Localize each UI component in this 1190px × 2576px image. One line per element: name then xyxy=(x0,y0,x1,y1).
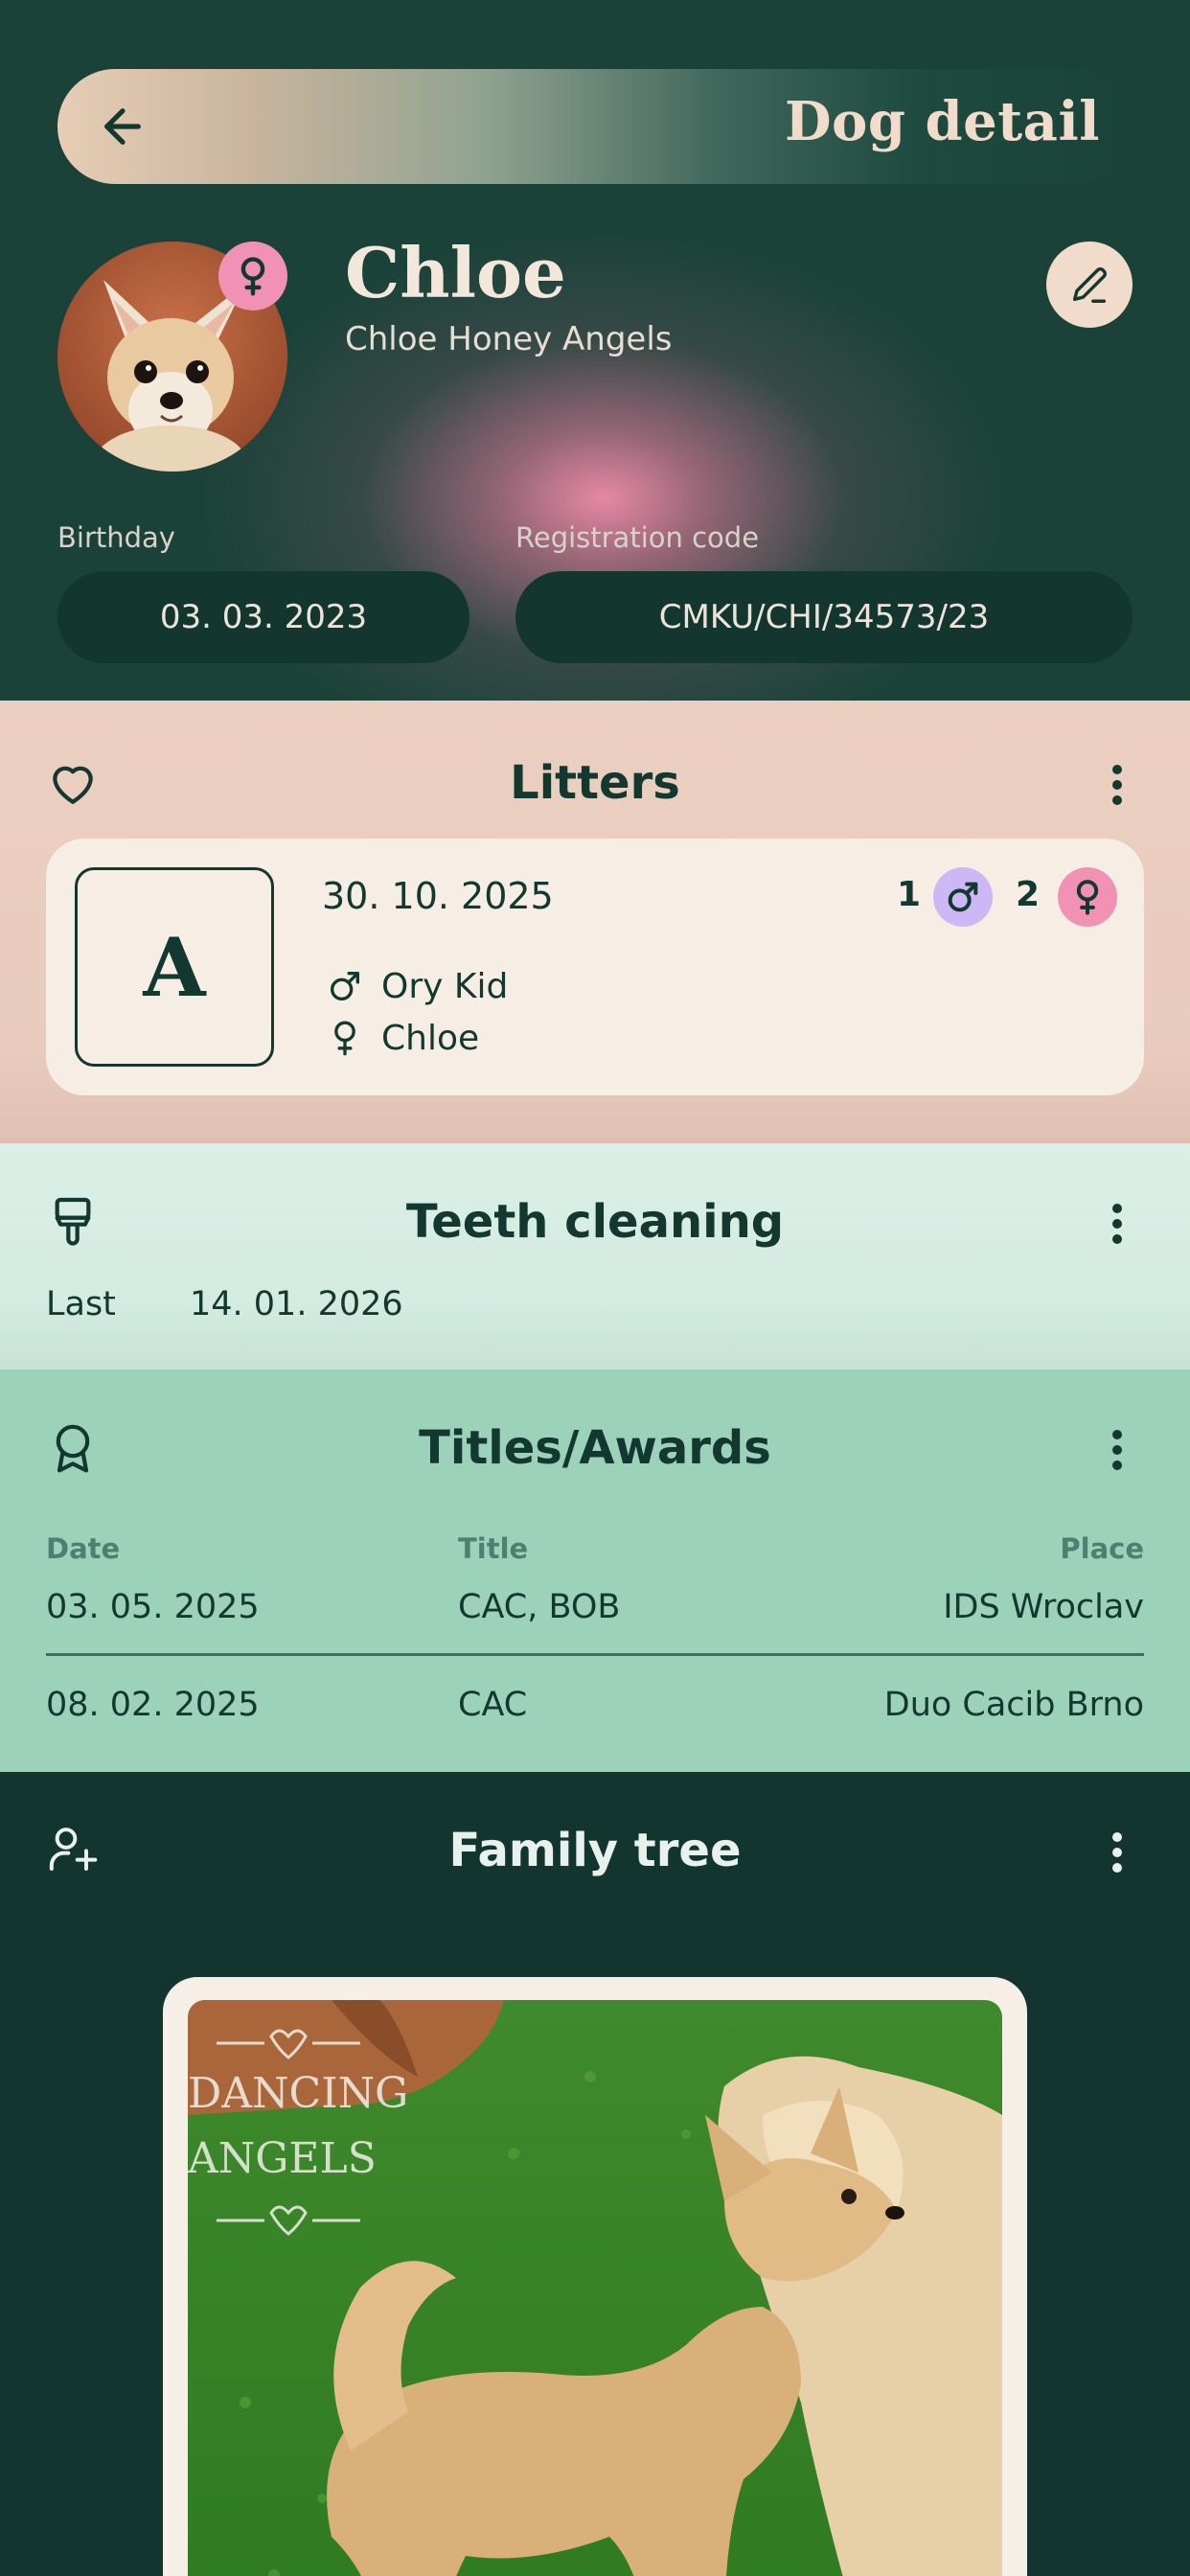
teeth-menu-button[interactable] xyxy=(1092,1199,1142,1249)
family-tree-menu-button[interactable] xyxy=(1092,1828,1142,1877)
teeth-cleaning-title: Teeth cleaning xyxy=(405,1195,785,1249)
dog-header: Dog detail Chloe Chloe Honey Angels Birt… xyxy=(0,0,1190,701)
awards-card: Titles/Awards Date Title Place 03. 05. 2… xyxy=(0,1369,1190,1772)
male-badge xyxy=(933,867,993,927)
dam-name: Chloe xyxy=(381,1018,480,1058)
litter-sire: Ory Kid xyxy=(326,965,508,1007)
back-button[interactable] xyxy=(86,90,159,163)
litter-date: 30. 10. 2025 xyxy=(322,875,554,917)
litter-item[interactable]: A 30. 10. 2025 1 2 Ory Kid Chloe xyxy=(46,839,1144,1095)
photo-watermark-line2: ANGELS xyxy=(188,2134,377,2183)
arrow-left-icon xyxy=(104,108,141,145)
teeth-last-label: Last xyxy=(46,1285,116,1323)
teeth-cleaning-card: Teeth cleaning Last 14. 01. 2026 xyxy=(0,1143,1190,1369)
registration-label: Registration code xyxy=(515,521,760,554)
female-badge xyxy=(1058,867,1117,927)
birthday-label: Birthday xyxy=(57,521,175,554)
dog-name: Chloe xyxy=(345,232,566,313)
dog-photo: DANCING ANGELS xyxy=(188,2000,1002,2576)
litters-title: Litters xyxy=(510,756,680,810)
award-date: 03. 05. 2025 xyxy=(46,1588,260,1626)
litters-menu-button[interactable] xyxy=(1092,760,1142,810)
column-header-title: Title xyxy=(458,1532,529,1565)
family-tree-card: Family tree DANCING ANGELS xyxy=(0,1772,1190,2576)
registration-field[interactable]: CMKU/CHI/34573/23 xyxy=(515,571,1133,663)
female-count: 2 xyxy=(1016,875,1041,914)
pencil-icon xyxy=(1072,267,1107,303)
dog-avatar[interactable] xyxy=(57,242,287,472)
sire-name: Ory Kid xyxy=(381,966,509,1006)
male-count: 1 xyxy=(897,875,922,914)
award-title: CAC, BOB xyxy=(458,1588,621,1626)
award-place: IDS Wroclav xyxy=(943,1588,1144,1626)
male-icon xyxy=(948,882,978,912)
row-divider xyxy=(46,1653,1144,1656)
teeth-last-date: 14. 01. 2026 xyxy=(190,1285,403,1323)
more-vertical-icon xyxy=(1112,1204,1122,1244)
birthday-field[interactable]: 03. 03. 2023 xyxy=(57,571,469,663)
family-tree-title: Family tree xyxy=(448,1824,742,1877)
top-app-bar: Dog detail xyxy=(57,69,1133,184)
award-title: CAC xyxy=(458,1686,528,1724)
awards-title: Titles/Awards xyxy=(419,1421,771,1475)
photo-watermark-line1: DANCING xyxy=(188,2069,408,2118)
page-title: Dog detail xyxy=(784,90,1100,153)
more-vertical-icon xyxy=(1112,1430,1122,1470)
more-vertical-icon xyxy=(1112,1832,1122,1873)
award-place: Duo Cacib Brno xyxy=(883,1686,1144,1724)
edit-button[interactable] xyxy=(1046,242,1133,328)
awards-menu-button[interactable] xyxy=(1092,1425,1142,1475)
award-date: 08. 02. 2025 xyxy=(46,1686,260,1724)
more-vertical-icon xyxy=(1112,765,1122,805)
dog-kennel-name: Chloe Honey Angels xyxy=(345,320,673,358)
male-icon xyxy=(331,972,359,1000)
female-badge xyxy=(218,242,287,310)
female-icon xyxy=(334,1021,355,1056)
female-icon xyxy=(240,257,265,296)
litters-card: Litters A 30. 10. 2025 1 2 Ory Kid Chloe xyxy=(0,701,1190,1143)
female-icon xyxy=(1076,880,1099,915)
column-header-place: Place xyxy=(1060,1532,1144,1565)
litter-dam: Chloe xyxy=(326,1017,479,1059)
family-tree-photo[interactable]: DANCING ANGELS xyxy=(163,1977,1027,2576)
litter-letter: A xyxy=(75,867,274,1067)
column-header-date: Date xyxy=(46,1532,121,1565)
